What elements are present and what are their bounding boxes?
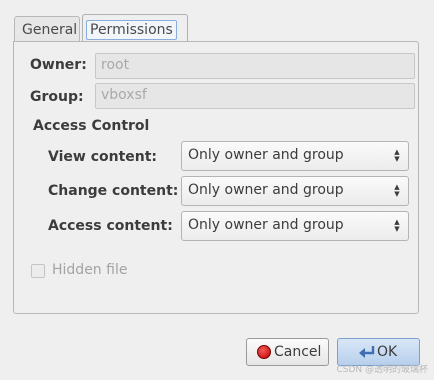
tab-general-label: General [22,22,78,38]
access-content-label: Access content: [48,218,173,234]
access-content-combo[interactable]: Only owner and group ▲ ▼ [181,211,409,241]
group-value: vboxsf [101,87,147,103]
tab-permissions-label: Permissions [86,20,177,40]
group-field: vboxsf [95,83,415,109]
group-label: Group: [30,89,84,105]
access-content-value: Only owner and group [188,217,344,233]
cancel-button[interactable]: Cancel [246,338,329,366]
ok-label: OK [377,344,398,360]
owner-label: Owner: [30,57,87,73]
owner-field: root [95,53,415,79]
view-content-label: View content: [48,149,158,165]
enter-arrow-icon [359,346,375,358]
view-content-value: Only owner and group [188,147,344,163]
up-down-arrows-icon: ▲ ▼ [394,218,400,233]
view-content-combo[interactable]: Only owner and group ▲ ▼ [181,141,409,171]
stop-circle-icon [257,345,271,359]
up-down-arrows-icon: ▲ ▼ [394,183,400,198]
tab-general[interactable]: General [14,16,80,42]
cancel-label: Cancel [274,344,322,360]
up-down-arrows-icon: ▲ ▼ [394,148,400,163]
watermark-text: CSDN @透明的玻璃杯 [336,365,428,375]
change-content-label: Change content: [48,183,179,199]
permissions-panel: Owner: root Group: vboxsf Access Control… [13,41,419,314]
hidden-file-checkbox[interactable] [31,264,45,278]
hidden-file-label: Hidden file [52,262,128,278]
change-content-combo[interactable]: Only owner and group ▲ ▼ [181,176,409,206]
change-content-value: Only owner and group [188,182,344,198]
access-control-title: Access Control [33,118,150,134]
tab-permissions[interactable]: Permissions [82,14,188,43]
owner-value: root [101,57,130,73]
